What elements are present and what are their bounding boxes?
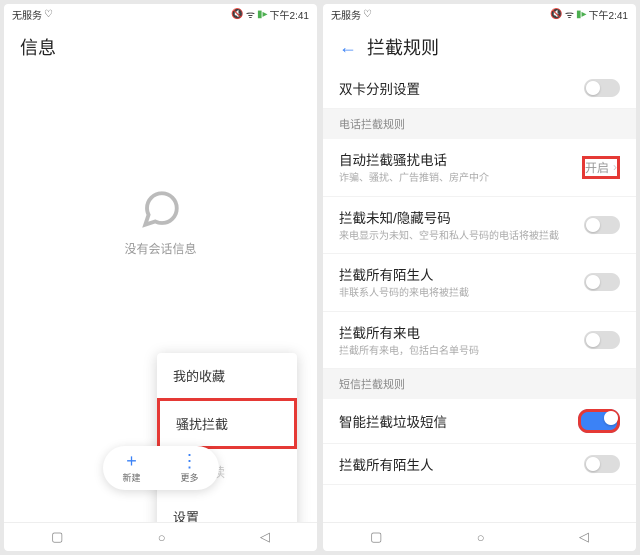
- mute-icon: 🔇: [231, 9, 243, 20]
- toggle-smart-sms[interactable]: [578, 409, 620, 433]
- toggle-all-calls[interactable]: [584, 331, 620, 349]
- empty-text: 没有会话信息: [124, 240, 196, 257]
- empty-state: 没有会话信息: [4, 188, 317, 257]
- screen-messages: 无服务 ♡ 🔇 ᯤ ▮▸ 下午2:41 信息 没有会话信息 我的收藏 骚扰拦截 …: [4, 4, 317, 551]
- toggle-unknown[interactable]: [584, 216, 620, 234]
- battery-icon: ▮▸: [257, 9, 268, 20]
- page-title: 信息: [4, 24, 317, 68]
- heart-icon: ♡: [363, 9, 372, 20]
- menu-favorites[interactable]: 我的收藏: [157, 353, 297, 398]
- wifi-icon: ᯤ: [246, 7, 255, 21]
- nav-recent-icon[interactable]: ▢: [370, 529, 382, 545]
- nav-back-icon[interactable]: ◁: [260, 529, 270, 545]
- mute-icon: 🔇: [550, 9, 562, 20]
- overflow-menu: 我的收藏 骚扰拦截 全部已读 设置: [157, 353, 297, 522]
- carrier-label: 无服务: [12, 7, 42, 22]
- row-dual-sim[interactable]: 双卡分别设置: [323, 68, 636, 109]
- status-bar: 无服务 ♡ 🔇 ᯤ ▮▸ 下午2:41: [4, 4, 317, 24]
- section-sms-rules: 短信拦截规则: [323, 369, 636, 399]
- row-strangers[interactable]: 拦截所有陌生人 非联系人号码的来电将被拦截: [323, 254, 636, 312]
- bottom-action-bar: + 新建 ⋮ 更多: [102, 446, 218, 490]
- toggle-strangers[interactable]: [584, 273, 620, 291]
- screen-block-rules: 无服务 ♡ 🔇 ᯤ ▮▸ 下午2:41 ← 拦截规则 双卡分别设置 电话拦截规则…: [323, 4, 636, 551]
- time-label: 下午2:41: [589, 7, 628, 22]
- carrier-label: 无服务: [331, 7, 361, 22]
- battery-icon: ▮▸: [576, 9, 587, 20]
- nav-home-icon[interactable]: ○: [477, 530, 485, 545]
- nav-back-icon[interactable]: ◁: [579, 529, 589, 545]
- more-icon: ⋮: [181, 452, 199, 470]
- plus-icon: +: [126, 452, 137, 470]
- menu-block[interactable]: 骚扰拦截: [157, 398, 297, 449]
- chat-bubble-icon: [140, 188, 182, 230]
- page-title: 拦截规则: [367, 34, 439, 60]
- auto-block-value: 开启 ›: [582, 156, 620, 179]
- row-sms-strangers[interactable]: 拦截所有陌生人: [323, 444, 636, 485]
- row-unknown[interactable]: 拦截未知/隐藏号码 来电显示为未知、空号和私人号码的电话将被拦截: [323, 197, 636, 255]
- more-button[interactable]: ⋮ 更多: [171, 450, 209, 486]
- back-icon[interactable]: ←: [339, 37, 357, 58]
- row-auto-block[interactable]: 自动拦截骚扰电话 诈骗、骚扰、广告推销、房产中介 开启 ›: [323, 139, 636, 197]
- menu-settings[interactable]: 设置: [157, 494, 297, 522]
- toggle-sms-strangers[interactable]: [584, 455, 620, 473]
- section-call-rules: 电话拦截规则: [323, 109, 636, 139]
- system-nav: ▢ ○ ◁: [4, 522, 317, 551]
- nav-home-icon[interactable]: ○: [158, 530, 166, 545]
- row-all-calls[interactable]: 拦截所有来电 拦截所有来电，包括白名单号码: [323, 312, 636, 370]
- row-smart-sms[interactable]: 智能拦截垃圾短信: [323, 399, 636, 444]
- time-label: 下午2:41: [270, 7, 309, 22]
- nav-recent-icon[interactable]: ▢: [51, 529, 63, 545]
- heart-icon: ♡: [44, 9, 53, 20]
- system-nav: ▢ ○ ◁: [323, 522, 636, 551]
- status-bar: 无服务 ♡ 🔇 ᯤ ▮▸ 下午2:41: [323, 4, 636, 24]
- wifi-icon: ᯤ: [565, 7, 574, 21]
- new-button[interactable]: + 新建: [112, 450, 150, 486]
- chevron-right-icon: ›: [613, 160, 617, 174]
- toggle-dual-sim[interactable]: [584, 79, 620, 97]
